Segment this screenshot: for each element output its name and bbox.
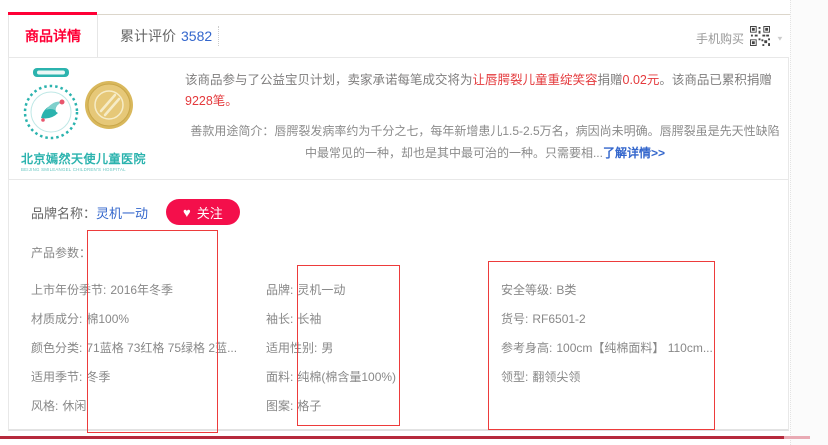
follow-button[interactable]: ♥ 关注	[166, 199, 240, 225]
param-label: 面料:	[266, 370, 293, 384]
param-label: 图案:	[266, 399, 293, 413]
charity-cause-highlight: 让唇腭裂儿童重绽笑容	[473, 73, 598, 87]
charity-banner: 北京嫣然天使儿童医院 BEIJING SMILEANGEL CHILDREN'S…	[8, 57, 789, 180]
annotation-box-2	[297, 265, 400, 426]
mobile-buy-label: 手机购买	[696, 30, 744, 47]
heart-icon: ♥	[183, 206, 191, 219]
gold-medal-icon	[84, 80, 134, 135]
tab-product-detail[interactable]: 商品详情	[8, 15, 98, 57]
param-label: 品牌:	[266, 283, 293, 297]
annotation-box-3	[488, 261, 715, 430]
tab-divider	[218, 26, 219, 46]
chevron-down-icon: ▼	[776, 35, 784, 42]
donation-amount: 0.02元	[623, 73, 660, 87]
param-value: 休闲	[62, 399, 86, 413]
param-label: 材质成分:	[31, 312, 82, 326]
brand-label: 品牌名称：	[31, 203, 96, 222]
param-label: 袖长:	[266, 312, 293, 326]
annotation-box-1	[87, 230, 218, 433]
param-label: 颜色分类:	[31, 341, 82, 355]
mobile-buy-menu[interactable]: 手机购买 ▼	[696, 26, 784, 51]
page-right-gutter	[790, 0, 828, 445]
tab-reviews[interactable]: 累计评价 3582	[120, 15, 212, 57]
param-label: 适用季节:	[31, 370, 82, 384]
hospital-logo: 北京嫣然天使儿童医院 BEIJING SMILEANGEL CHILDREN'S…	[21, 67, 153, 176]
brand-row: 品牌名称： 灵机一动 ♥ 关注	[31, 199, 240, 225]
hospital-emblem-icon	[21, 67, 81, 148]
bottom-red-line-end	[784, 436, 810, 439]
charity-intro-text: 善款用途简介：唇腭裂发病率约为千分之七，每年新增患儿1.5-2.5万名，病因尚未…	[185, 120, 785, 164]
params-title: 产品参数：	[31, 244, 91, 261]
learn-more-link[interactable]: 了解详情>>	[603, 146, 665, 160]
tab-reviews-label: 累计评价	[120, 28, 176, 44]
charity-pledge-text: 该商品参与了公益宝贝计划，卖家承诺每笔成交将为让唇腭裂儿童重绽笑容捐赠0.02元…	[185, 70, 785, 112]
hospital-name-cn: 北京嫣然天使儿童医院	[21, 150, 153, 167]
qr-code-icon	[750, 26, 770, 51]
reviews-count: 3582	[181, 28, 212, 44]
donation-count: 9228笔。	[185, 94, 238, 108]
follow-button-label: 关注	[197, 203, 223, 222]
param-label: 风格:	[31, 399, 58, 413]
hospital-name-en: BEIJING SMILEANGEL CHILDREN'S HOSPITAL	[21, 167, 94, 172]
bottom-red-line	[0, 436, 784, 439]
brand-name-link[interactable]: 灵机一动	[96, 203, 148, 222]
